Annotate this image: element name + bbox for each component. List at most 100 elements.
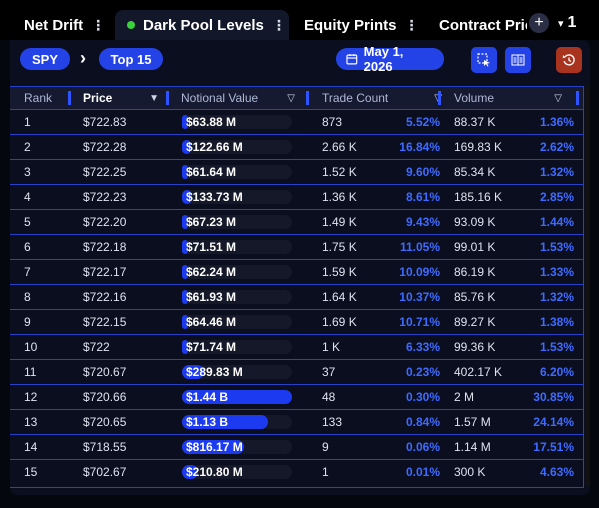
table-row[interactable]: 12 $720.66 $1.44 B 48 0.30% 2 M 30.85% [10, 384, 583, 409]
price-cell: $722.28 [83, 140, 127, 154]
column-resize-handle[interactable] [306, 91, 309, 105]
tab-bar: Net Drift ⋮ Dark Pool Levels ⋮ Equity Pr… [0, 0, 599, 40]
notional-value-text: $133.73 M [186, 190, 243, 204]
notional-value-text: $210.80 M [186, 465, 243, 479]
dark-pool-panel: SPY › Top 15 May 1, 2026 Rank Price ▼ No… [10, 40, 590, 495]
select-cursor-button[interactable] [471, 47, 497, 73]
trade-count-pct: 9.60% [405, 165, 440, 179]
volume-cell: 85.76 K [454, 290, 496, 304]
tab-contract-price[interactable]: Contract Pric [439, 10, 527, 40]
selection-cursor-icon [477, 53, 490, 67]
volume-pct: 2.62% [539, 140, 574, 154]
column-resize-handle[interactable] [68, 91, 71, 105]
notional-value-text: $1.13 B [186, 415, 229, 429]
tab-dark-pool-levels[interactable]: Dark Pool Levels ⋮ [115, 10, 289, 40]
notional-value-cell: $133.73 M [182, 185, 294, 209]
notional-value-cell: $63.88 M [182, 110, 294, 134]
trade-count-cell: 1.49 K [322, 215, 357, 229]
table-row[interactable]: 3 $722.25 $61.64 M 1.52 K 9.60% 85.34 K 1.32% [10, 159, 583, 184]
column-header-volume[interactable]: Volume ▽ [454, 87, 566, 109]
column-label: Rank [24, 91, 53, 105]
table-row[interactable]: 15 $702.67 $210.80 M 1 0.01% 300 K 4.63% [10, 459, 583, 484]
date-picker-button[interactable]: May 1, 2026 [336, 44, 444, 74]
trade-count-pct: 0.30% [405, 390, 440, 404]
column-header-rank[interactable]: Rank [24, 87, 64, 109]
table-header: Rank Price ▼ Notional Value ▽ Trade Coun… [10, 87, 583, 109]
price-cell: $722 [83, 340, 110, 354]
sort-descending-icon[interactable]: ▼ [149, 93, 159, 104]
kebab-menu-icon[interactable]: ⋮ [91, 17, 105, 34]
tab-net-drift[interactable]: Net Drift ⋮ [24, 10, 105, 40]
table-row[interactable]: 4 $722.23 $133.73 M 1.36 K 8.61% 185.16 K 2.85… [10, 184, 583, 209]
table-row[interactable]: 8 $722.16 $61.93 M 1.64 K 10.37% 85.76 K 1.32% [10, 284, 583, 309]
notional-value-text: $67.23 M [186, 215, 237, 229]
volume-pct: 1.36% [539, 115, 574, 129]
reset-history-icon [562, 54, 575, 66]
volume-cell: 402.17 K [454, 365, 503, 379]
volume-pct: 1.53% [539, 240, 574, 254]
tab-label: Net Drift [24, 16, 84, 34]
table-row[interactable]: 5 $722.20 $67.23 M 1.49 K 9.43% 93.09 K 1.44% [10, 209, 583, 234]
notional-value-cell: $61.64 M [182, 160, 294, 184]
trade-count-pct: 10.37% [399, 290, 440, 304]
table-row[interactable]: 1 $722.83 $63.88 M 873 5.52% 88.37 K 1.36% [10, 109, 583, 134]
rank-cell: 11 [24, 365, 37, 379]
column-resize-handle[interactable] [438, 91, 441, 105]
trade-count-cell: 1.36 K [322, 190, 357, 204]
table-row[interactable]: 9 $722.15 $64.46 M 1.69 K 10.71% 89.27 K 1.38% [10, 309, 583, 334]
chevron-down-icon: ▾ [558, 18, 564, 30]
volume-pct: 1.53% [539, 340, 574, 354]
notional-value-text: $71.51 M [186, 240, 237, 254]
trade-count-cell: 1.59 K [322, 265, 357, 279]
price-cell: $722.20 [83, 215, 127, 229]
add-tab-button[interactable]: + [529, 13, 549, 33]
ticker-button[interactable]: SPY [20, 48, 70, 70]
notional-value-cell: $122.66 M [182, 135, 294, 159]
volume-pct: 2.85% [539, 190, 574, 204]
notional-value-text: $61.64 M [186, 165, 237, 179]
table-row[interactable]: 7 $722.17 $62.24 M 1.59 K 10.09% 86.19 K 1.33% [10, 259, 583, 284]
table-row[interactable]: 10 $722 $71.74 M 1 K 6.33% 99.36 K 1.53% [10, 334, 583, 359]
volume-pct: 17.51% [533, 440, 574, 454]
notional-value-cell: $61.93 M [182, 285, 294, 309]
volume-pct: 4.63% [539, 465, 574, 479]
table-row[interactable]: 13 $720.65 $1.13 B 133 0.84% 1.57 M 24.14% [10, 409, 583, 434]
filter-icon[interactable]: ▽ [287, 93, 295, 104]
tab-equity-prints[interactable]: Equity Prints ⋮ [304, 10, 419, 40]
kebab-menu-icon[interactable]: ⋮ [272, 17, 286, 34]
more-tabs-dropdown[interactable]: ▾ 1 [558, 14, 576, 32]
volume-cell: 300 K [454, 465, 486, 479]
table-row[interactable]: 11 $720.67 $289.83 M 37 0.23% 402.17 K 6.20% [10, 359, 583, 384]
volume-pct: 1.38% [539, 315, 574, 329]
volume-cell: 89.27 K [454, 315, 496, 329]
reset-button[interactable] [556, 47, 582, 73]
tab-label: Contract Pric [439, 16, 527, 34]
notional-value-text: $289.83 M [186, 365, 243, 379]
volume-cell: 88.37 K [454, 115, 496, 129]
notional-value-cell: $210.80 M [182, 460, 294, 484]
filter-icon[interactable]: ▽ [554, 93, 562, 104]
column-header-price[interactable]: Price ▼ [83, 87, 163, 109]
notional-value-cell: $64.46 M [182, 310, 294, 334]
notional-value-cell: $62.24 M [182, 260, 294, 284]
column-header-notional-value[interactable]: Notional Value ▽ [181, 87, 299, 109]
scrollbar[interactable] [585, 86, 590, 486]
date-label: May 1, 2026 [363, 44, 404, 74]
trade-count-pct: 10.71% [399, 315, 440, 329]
rank-cell: 15 [24, 465, 38, 479]
column-header-trade-count[interactable]: Trade Count ▽ [322, 87, 446, 109]
notional-value-text: $63.88 M [186, 115, 237, 129]
volume-pct: 1.32% [539, 290, 574, 304]
chevron-right-icon: › [80, 48, 86, 68]
trade-count-pct: 10.09% [399, 265, 440, 279]
table-row[interactable]: 2 $722.28 $122.66 M 2.66 K 16.84% 169.83 K 2.6… [10, 134, 583, 159]
kebab-menu-icon[interactable]: ⋮ [405, 17, 419, 34]
notional-value-text: $62.24 M [186, 265, 237, 279]
column-resize-handle[interactable] [166, 91, 169, 105]
top-filter-button[interactable]: Top 15 [99, 48, 163, 70]
volume-cell: 99.01 K [454, 240, 496, 254]
columns-toggle-button[interactable] [505, 47, 531, 73]
table-row[interactable]: 14 $718.55 $816.17 M 9 0.06% 1.14 M 17.51% [10, 434, 583, 459]
column-resize-handle[interactable] [576, 91, 579, 105]
table-row[interactable]: 6 $722.18 $71.51 M 1.75 K 11.05% 99.01 K 1.53% [10, 234, 583, 259]
